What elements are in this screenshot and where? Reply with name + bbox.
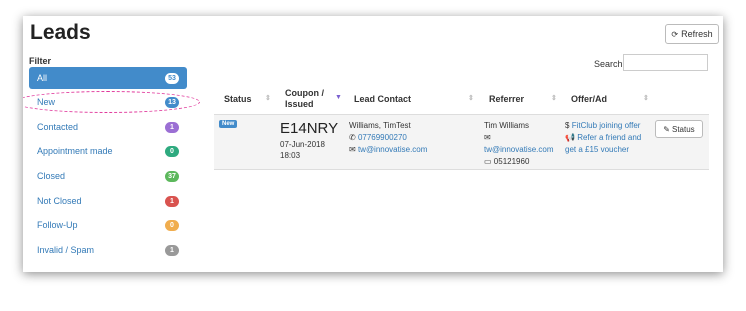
- referrer-name: Tim Williams: [484, 121, 530, 130]
- filter-item-label: Appointment made: [37, 146, 113, 156]
- refresh-label: Refresh: [681, 29, 713, 39]
- coupon-code: E14NRY: [280, 120, 339, 137]
- page-title: Leads: [30, 21, 91, 44]
- sort-icon: ⇕: [265, 95, 271, 102]
- referral-offer-link-cont[interactable]: get a £15 voucher: [565, 144, 641, 156]
- count-badge: 0: [165, 145, 179, 157]
- search-label: Search:: [594, 59, 626, 69]
- th-referrer[interactable]: Referrer: [489, 84, 524, 114]
- leads-panel: Leads ⟳ Refresh Filter All 53 New 13 Con…: [23, 16, 723, 272]
- refresh-button[interactable]: ⟳ Refresh: [665, 24, 719, 44]
- filter-item-closed[interactable]: Closed 37: [29, 165, 187, 187]
- filter-item-invalid-spam[interactable]: Invalid / Spam 1: [29, 239, 187, 261]
- filter-item-label: Contacted: [37, 122, 79, 132]
- dollar-icon: $: [565, 121, 570, 130]
- table-header: Status ⇕ Coupon / Issued ▼ Lead Contact …: [214, 84, 709, 116]
- filter-item-label: All: [37, 73, 48, 83]
- th-lead-contact[interactable]: Lead Contact: [354, 84, 411, 114]
- table-row[interactable]: New E14NRY 07-Jun-2018 18:03 Williams, T…: [214, 115, 709, 170]
- filter-item-appointment-made[interactable]: Appointment made 0: [29, 140, 187, 162]
- th-coupon[interactable]: Coupon / Issued: [285, 84, 324, 114]
- filter-item-label: Follow-Up: [37, 220, 78, 230]
- referral-offer-link[interactable]: Refer a friend and: [577, 133, 641, 142]
- filter-item-label: Closed: [37, 171, 66, 181]
- filter-item-all[interactable]: All 53: [29, 67, 187, 89]
- filter-item-follow-up[interactable]: Follow-Up 0: [29, 214, 187, 236]
- count-badge: 1: [165, 121, 179, 133]
- sort-icon: ⇕: [551, 95, 557, 102]
- contact-phone-link[interactable]: 07769900270: [358, 133, 407, 142]
- sort-icon: ⇕: [643, 95, 649, 102]
- status-button[interactable]: ✎ Status: [655, 120, 703, 138]
- sort-desc-icon: ▼: [335, 94, 342, 101]
- th-status[interactable]: Status: [224, 84, 252, 114]
- contact-name: Williams, TimTest: [349, 121, 411, 130]
- megaphone-icon: 📢: [565, 133, 575, 142]
- offer-ad: $ FitClub joining offer 📢 Refer a friend…: [565, 120, 641, 156]
- referrer-email-link[interactable]: tw@innovatise.com: [484, 144, 553, 156]
- filter-item-label: Invalid / Spam: [37, 245, 95, 255]
- contact-email-link[interactable]: tw@innovatise.com: [358, 145, 427, 154]
- search-input[interactable]: [623, 54, 708, 71]
- pencil-icon: ✎: [663, 124, 670, 134]
- issued-date: 07-Jun-2018 18:03: [280, 140, 325, 160]
- filter-item-contacted[interactable]: Contacted 1: [29, 116, 187, 138]
- filter-label: Filter: [29, 56, 52, 66]
- envelope-icon: ✉: [484, 133, 491, 142]
- lead-contact: Williams, TimTest ✆ 07769900270 ✉ tw@inn…: [349, 120, 427, 156]
- referrer-date: 05121960: [493, 157, 530, 166]
- th-offer-ad[interactable]: Offer/Ad: [571, 84, 607, 114]
- refresh-icon: ⟳: [671, 29, 679, 39]
- count-badge: 1: [165, 244, 179, 256]
- sort-icon: ⇕: [468, 95, 474, 102]
- phone-icon: ✆: [349, 133, 356, 142]
- status-badge: New: [219, 120, 238, 128]
- count-badge: 1: [165, 195, 179, 207]
- count-badge: 53: [165, 72, 179, 84]
- filter-item-label: Not Closed: [37, 196, 82, 206]
- highlight-oval: [23, 91, 200, 113]
- calendar-icon: ▭: [484, 157, 492, 166]
- count-badge: 37: [165, 170, 179, 182]
- count-badge: 0: [165, 219, 179, 231]
- envelope-icon: ✉: [349, 145, 356, 154]
- filter-item-not-closed[interactable]: Not Closed 1: [29, 190, 187, 212]
- referrer: Tim Williams ✉ tw@innovatise.com ▭ 05121…: [484, 120, 553, 168]
- offer-link[interactable]: FitClub joining offer: [572, 121, 641, 130]
